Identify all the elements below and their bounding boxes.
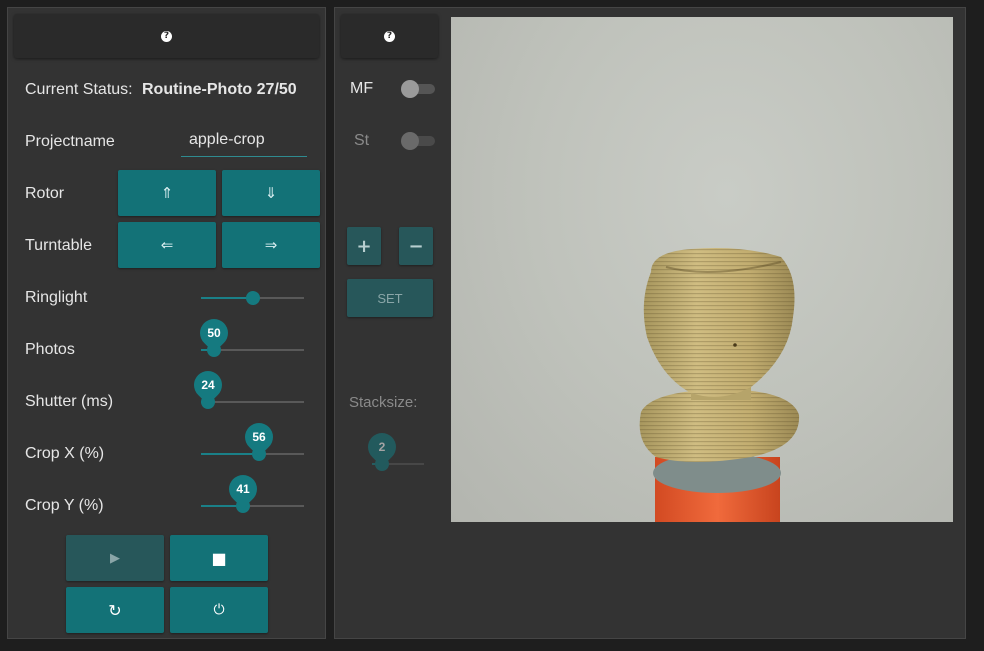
slider-track (201, 401, 304, 403)
play-button[interactable]: ▶ (66, 535, 164, 581)
rotor-label: Rotor (25, 185, 65, 202)
reload-button[interactable]: ↻ (66, 587, 164, 633)
reload-icon: ↻ (108, 600, 122, 620)
stop-icon: ■ (211, 548, 227, 568)
cropy-value: 41 (236, 482, 250, 496)
mf-label: MF (350, 80, 374, 97)
turntable-left-button[interactable]: ⇐ (118, 222, 216, 268)
status-value: Routine-Photo 27/50 (142, 81, 297, 98)
stacksize-label: Stacksize: (349, 394, 418, 411)
value-pin: 41 (223, 469, 264, 509)
set-button[interactable]: SET (347, 279, 433, 317)
turntable-right-button[interactable]: ⇒ (222, 222, 320, 268)
cropx-value: 56 (251, 430, 266, 444)
preview-photo-svg (639, 248, 800, 522)
play-icon: ▶ (110, 550, 120, 566)
minus-icon: − (408, 235, 424, 257)
stacksize-value: 2 (379, 440, 386, 454)
power-icon: ⏻ (213, 602, 225, 618)
ringlight-slider[interactable] (201, 283, 304, 313)
value-pin: 56 (238, 417, 279, 457)
cropx-slider[interactable]: 56 (201, 417, 304, 469)
arrow-down-icon: ⇓ (264, 184, 278, 202)
power-button[interactable]: ⏻ (170, 587, 268, 633)
photos-slider[interactable]: 50 (194, 313, 304, 365)
shutter-label: Shutter (ms) (25, 393, 114, 410)
plus-icon: + (356, 235, 372, 257)
help-icon: ? (384, 30, 395, 42)
value-pin: 50 (194, 313, 235, 353)
stop-button[interactable]: ■ (170, 535, 268, 581)
slider-thumb[interactable] (245, 291, 260, 305)
value-pin: 24 (188, 365, 229, 405)
turntable-label: Turntable (25, 237, 92, 254)
arrow-up-icon: ⇑ (160, 184, 174, 202)
camera-help-button[interactable]: ? (341, 14, 438, 58)
value-pin: 2 (362, 427, 403, 467)
arrow-left-icon: ⇐ (160, 236, 174, 254)
cropx-label: Crop X (%) (25, 445, 105, 462)
carving-head-grain (643, 248, 795, 397)
control-panel: ? Current Status: Routine-Photo 27/50 Pr… (7, 7, 326, 639)
help-icon: ? (161, 30, 172, 42)
rotor-down-button[interactable]: ⇓ (222, 170, 320, 216)
st-toggle[interactable] (401, 131, 435, 151)
cropy-slider[interactable]: 41 (201, 469, 304, 521)
cropy-label: Crop Y (%) (25, 497, 104, 514)
status-label: Current Status: (25, 81, 133, 98)
photos-label: Photos (25, 341, 75, 358)
shutter-slider[interactable]: 24 (188, 365, 304, 417)
carving-eye (733, 343, 737, 347)
arrow-right-icon: ⇒ (264, 236, 278, 254)
projectname-label: Projectname (25, 133, 115, 150)
stacksize-slider[interactable]: 2 (362, 427, 424, 479)
mf-toggle[interactable] (401, 79, 435, 99)
slider-fill (201, 297, 253, 299)
minus-button[interactable]: − (399, 227, 433, 265)
projectname-input[interactable]: apple-crop (181, 131, 307, 157)
set-label: SET (377, 290, 403, 306)
toggle-knob (401, 132, 419, 150)
photos-value: 50 (207, 326, 222, 340)
slider-fill (201, 453, 259, 455)
camera-preview-image (451, 17, 953, 522)
toggle-knob (401, 80, 419, 98)
plus-button[interactable]: + (347, 227, 381, 265)
shutter-value: 24 (201, 378, 215, 392)
help-button[interactable]: ? (14, 14, 319, 58)
st-label: St (354, 132, 370, 149)
rotor-up-button[interactable]: ⇑ (118, 170, 216, 216)
ringlight-label: Ringlight (25, 289, 88, 306)
